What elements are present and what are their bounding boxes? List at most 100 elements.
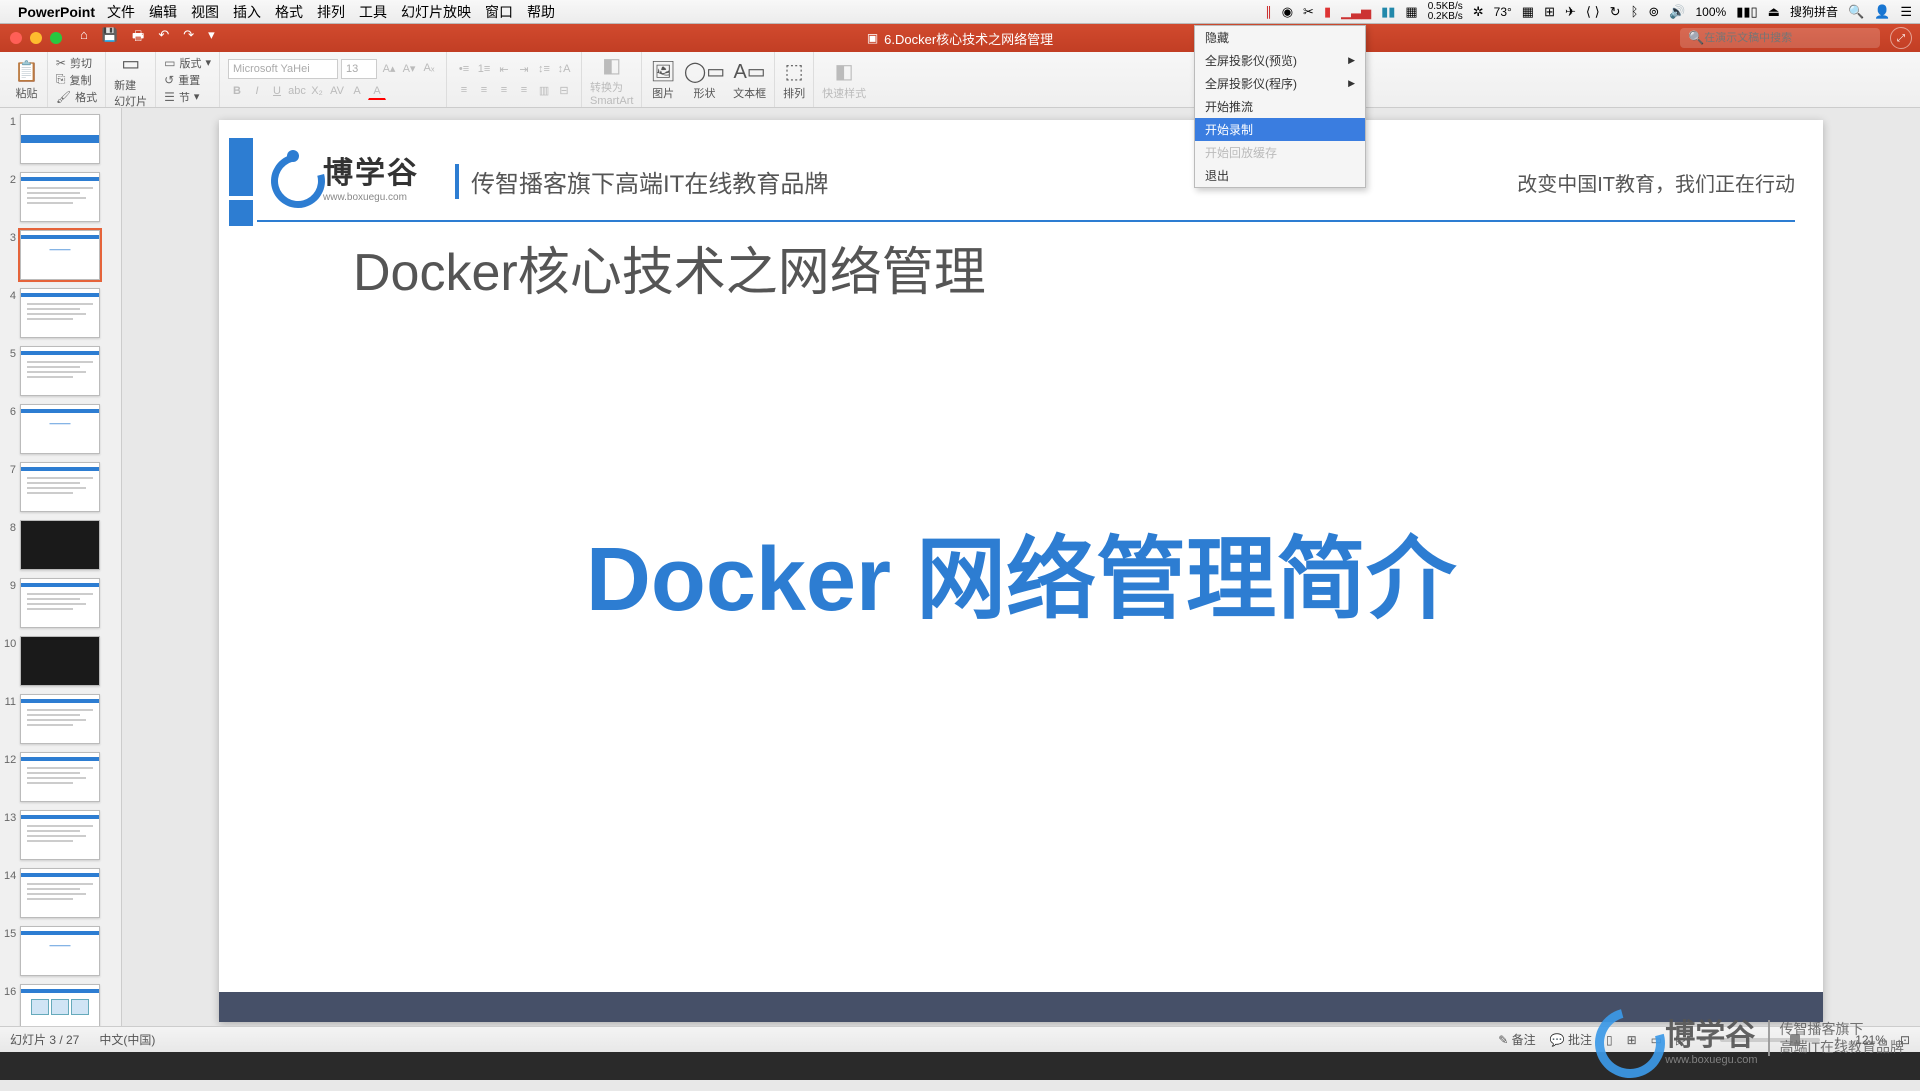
bluetooth-icon[interactable]: ᛒ [1631, 4, 1639, 19]
thumbnail-15[interactable]: ——— [20, 926, 100, 976]
thumbnail-row[interactable]: 13 [4, 810, 121, 860]
underline-icon[interactable]: U [268, 82, 286, 100]
thumbnail-row[interactable]: 11 [4, 694, 121, 744]
language-indicator[interactable]: 中文(中国) [99, 1031, 155, 1048]
menu-file[interactable]: 文件 [107, 2, 135, 22]
app-icon[interactable]: ⊞ [1544, 4, 1555, 20]
arrange-button[interactable]: ⬚排列 [783, 59, 805, 101]
menu-window[interactable]: 窗口 [485, 2, 513, 22]
thumbnail-row[interactable]: 1 [4, 114, 121, 164]
textbox-button[interactable]: A▭文本框 [733, 59, 766, 101]
volume-icon[interactable]: 🔊 [1669, 4, 1685, 20]
smartart-button[interactable]: ◧ 转换为 SmartArt [590, 53, 633, 107]
layout-button[interactable]: ▭版式▾ [164, 55, 211, 71]
close-button[interactable] [10, 32, 22, 44]
spacing-icon[interactable]: AV [328, 82, 346, 100]
menu-help[interactable]: 帮助 [527, 2, 555, 22]
menu-slideshow[interactable]: 幻灯片放映 [401, 2, 471, 22]
thumbnail-row[interactable]: 16 [4, 984, 121, 1026]
undo-icon[interactable]: ↶ [158, 27, 169, 49]
copy-button[interactable]: ⎘复制 [56, 72, 97, 88]
menu-view[interactable]: 视图 [191, 2, 219, 22]
menu-arrange[interactable]: 排列 [317, 2, 345, 22]
maximize-button[interactable] [50, 32, 62, 44]
graph-icon[interactable]: ▁▃▅ [1341, 4, 1371, 20]
subscript-icon[interactable]: X₂ [308, 82, 326, 100]
align-text-icon[interactable]: ⊟ [555, 81, 573, 99]
code-icon[interactable]: ⟨ ⟩ [1586, 4, 1600, 20]
align-left-icon[interactable]: ≡ [455, 81, 473, 99]
dd-fullscreen-program[interactable]: 全屏投影仪(程序)▶ [1195, 72, 1365, 95]
font-color-icon[interactable]: A [368, 82, 386, 100]
new-slide-button[interactable]: ▭ 新建 幻灯片 [114, 51, 147, 109]
thumbnail-row[interactable]: 12 [4, 752, 121, 802]
notification-icon[interactable]: ☰ [1900, 4, 1912, 20]
text-direction-icon[interactable]: ↕A [555, 60, 573, 78]
columns-icon[interactable]: ▥ [535, 81, 553, 99]
thumbnail-3[interactable]: ——— [20, 230, 100, 280]
thumbnail-row[interactable]: 15——— [4, 926, 121, 976]
dd-exit[interactable]: 退出 [1195, 164, 1365, 187]
fan-icon[interactable]: ✲ [1473, 4, 1484, 20]
shapes-button[interactable]: ◯▭形状 [684, 59, 725, 101]
thumbnail-13[interactable] [20, 810, 100, 860]
thumbnail-1[interactable] [20, 114, 100, 164]
status-icon[interactable]: ▮ [1324, 4, 1331, 20]
thumbnail-10[interactable] [20, 636, 100, 686]
thumbnail-row[interactable]: 14 [4, 868, 121, 918]
thumbnail-16[interactable] [20, 984, 100, 1026]
clear-format-icon[interactable]: Aₓ [420, 59, 438, 77]
bullets-icon[interactable]: •≡ [455, 60, 473, 78]
eject-icon[interactable]: ⏏ [1768, 4, 1780, 20]
italic-icon[interactable]: I [248, 82, 266, 100]
thumbnail-row[interactable]: 4 [4, 288, 121, 338]
thumbnail-12[interactable] [20, 752, 100, 802]
strike-icon[interactable]: abc [288, 82, 306, 100]
thumbnail-11[interactable] [20, 694, 100, 744]
fullscreen-button[interactable]: ⤢ [1890, 27, 1912, 49]
print-icon[interactable]: 🖶 [132, 27, 144, 49]
align-right-icon[interactable]: ≡ [495, 81, 513, 99]
thumbnail-row[interactable]: 7 [4, 462, 121, 512]
scissors-icon[interactable]: ✂ [1303, 4, 1314, 20]
widget-icon[interactable]: ▦ [1405, 4, 1417, 20]
quick-styles-button[interactable]: ◧快速样式 [822, 59, 866, 101]
thumbnail-row[interactable]: 5 [4, 346, 121, 396]
sync-icon[interactable]: ↻ [1610, 4, 1621, 20]
dd-start-stream[interactable]: 开始推流 [1195, 95, 1365, 118]
font-name-select[interactable]: Microsoft YaHei [228, 59, 338, 79]
bars-icon[interactable]: ▮▮ [1381, 4, 1395, 20]
highlight-icon[interactable]: A [348, 82, 366, 100]
menu-tools[interactable]: 工具 [359, 2, 387, 22]
thumbnail-7[interactable] [20, 462, 100, 512]
reset-button[interactable]: ↺重置 [164, 72, 211, 88]
dd-hide[interactable]: 隐藏 [1195, 26, 1365, 49]
font-size-select[interactable]: 13 [341, 59, 377, 79]
cut-button[interactable]: ✂剪切 [56, 55, 97, 71]
pause-icon[interactable]: ∥ [1265, 4, 1272, 20]
indent-right-icon[interactable]: ⇥ [515, 60, 533, 78]
increase-font-icon[interactable]: A▴ [380, 59, 398, 77]
grid-icon[interactable]: ▦ [1522, 4, 1534, 20]
notes-button[interactable]: ✎ 备注 [1498, 1031, 1535, 1048]
menu-edit[interactable]: 编辑 [149, 2, 177, 22]
menu-insert[interactable]: 插入 [233, 2, 261, 22]
thumbnail-8[interactable] [20, 520, 100, 570]
battery-icon[interactable]: ▮▮▯ [1736, 4, 1757, 20]
obs-icon[interactable]: ◉ [1282, 4, 1293, 20]
home-icon[interactable]: ⌂ [80, 27, 88, 49]
comments-button[interactable]: 💬 批注 [1550, 1031, 1592, 1048]
thumbnail-row[interactable]: 8 [4, 520, 121, 570]
app-name[interactable]: PowerPoint [18, 4, 95, 20]
dd-start-record[interactable]: 开始录制 [1195, 118, 1365, 141]
save-icon[interactable]: 💾 [102, 27, 118, 49]
thumbnail-6[interactable]: ——— [20, 404, 100, 454]
dd-fullscreen-preview[interactable]: 全屏投影仪(预览)▶ [1195, 49, 1365, 72]
slide[interactable]: 博学谷 www.boxuegu.com 传智播客旗下高端IT在线教育品牌 改变中… [219, 120, 1823, 1022]
thumbnail-14[interactable] [20, 868, 100, 918]
indent-left-icon[interactable]: ⇤ [495, 60, 513, 78]
search-input[interactable] [1704, 32, 1872, 44]
section-button[interactable]: ☰节▾ [164, 89, 211, 105]
paste-button[interactable]: 📋 粘贴 [14, 59, 39, 101]
wifi-icon[interactable]: ⊚ [1648, 4, 1659, 20]
